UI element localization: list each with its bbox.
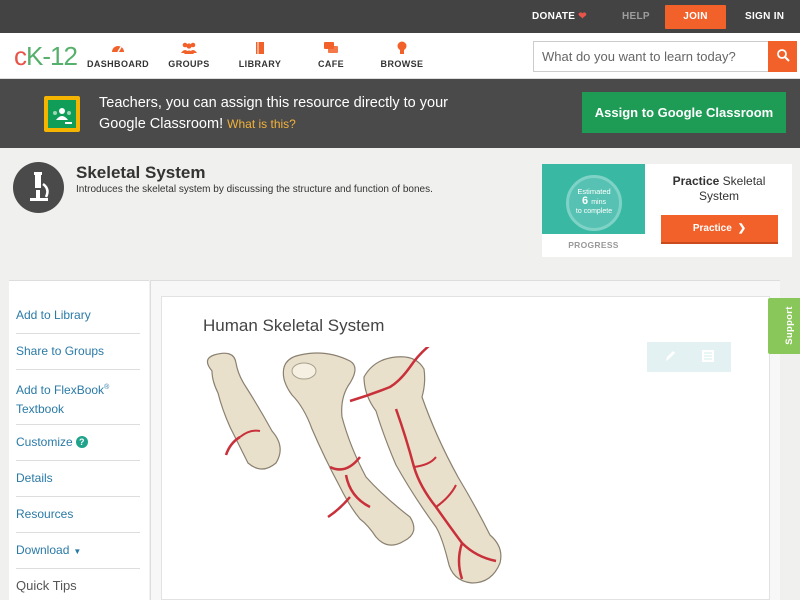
assign-google-classroom-button[interactable]: Assign to Google Classroom (582, 92, 786, 133)
logo-12: -12 (42, 41, 78, 71)
logo-k: K (26, 41, 43, 71)
femur-bone-icon (349, 347, 502, 584)
customize-link[interactable]: Customize? (16, 424, 140, 461)
help-circle-icon[interactable]: ? (75, 436, 88, 448)
donate-label: DONATE (532, 11, 576, 22)
caret-down-icon: ▼ (73, 547, 82, 556)
logo-c: c (14, 41, 27, 71)
nav-browse[interactable]: BROWSE (362, 41, 442, 69)
estimated-label: Estimated (577, 187, 611, 196)
nav-cafe[interactable]: CAFE (291, 41, 371, 69)
lesson-title: Skeletal System (76, 163, 206, 182)
top-utility-bar: DONATE ❤ HELP JOIN SIGN IN (0, 0, 800, 33)
support-label: Support (783, 306, 795, 345)
help-link[interactable]: HELP (622, 0, 650, 33)
share-to-groups-link[interactable]: Share to Groups (16, 333, 140, 370)
flexbook-label: Add to FlexBook (16, 383, 105, 397)
nav-dashboard[interactable]: DASHBOARD (78, 41, 158, 69)
practice-button-label: Practice (692, 223, 732, 234)
search-icon (776, 49, 790, 62)
image-title: Human Skeletal System (203, 316, 385, 335)
flexbook-label-line2: Textbook (16, 402, 65, 416)
microscope-subject-icon (13, 162, 64, 213)
google-classroom-icon (44, 96, 80, 132)
image-panel: Human Skeletal System (161, 296, 770, 600)
short-bone-icon (206, 352, 281, 470)
to-complete-label: to complete (575, 208, 613, 215)
lesson-description: Introduces the skeletal system by discus… (76, 184, 433, 195)
details-link[interactable]: Details (16, 460, 140, 497)
image-toolbar (647, 342, 731, 372)
minutes-number: 6 (582, 195, 589, 207)
nav-library[interactable]: LIBRARY (220, 41, 300, 69)
nav-groups[interactable]: GROUPS (149, 41, 229, 69)
registered-mark: ® (104, 384, 110, 391)
quick-tips-heading: Quick Tips (16, 578, 77, 593)
add-to-library-link[interactable]: Add to Library (16, 297, 140, 334)
skeletal-bones-illustration (206, 347, 502, 584)
customize-label: Customize (16, 435, 73, 449)
notes-icon[interactable] (700, 348, 716, 364)
practice-label-bold: Practice (672, 174, 720, 188)
search-button[interactable] (768, 41, 797, 72)
pencil-icon[interactable] (662, 348, 678, 364)
estimated-minutes: 6 mins (569, 196, 619, 208)
nav-groups-label: GROUPS (168, 59, 210, 69)
lesson-sidebar: Add to Library Share to Groups Add to Fl… (9, 280, 149, 600)
resources-link[interactable]: Resources (16, 496, 140, 533)
download-label: Download (16, 543, 70, 557)
banner-message: Teachers, you can assign this resource d… (99, 93, 479, 135)
browse-bulb-icon (397, 41, 407, 54)
practice-card: Estimated 6 mins to complete PROGRESS Pr… (542, 164, 792, 257)
google-classroom-banner: Teachers, you can assign this resource d… (0, 79, 800, 148)
ck12-logo[interactable]: cK-12 (14, 41, 78, 72)
progress-label: PROGRESS (568, 240, 619, 250)
join-button[interactable]: JOIN (665, 5, 726, 29)
search-input[interactable] (533, 41, 769, 72)
practice-button[interactable]: Practice ❯ (661, 215, 778, 244)
practice-label: Practice Skeletal System (652, 174, 786, 204)
add-to-flexbook-link[interactable]: Add to FlexBook® Textbook (16, 369, 140, 425)
sign-in-link[interactable]: SIGN IN (745, 0, 784, 33)
dashboard-gauge-icon (112, 46, 124, 53)
chevron-right-icon: ❯ (737, 223, 747, 234)
heart-icon: ❤ (578, 11, 587, 22)
groups-people-icon (181, 42, 197, 54)
library-book-icon (256, 42, 264, 54)
support-tab[interactable]: Support (768, 298, 800, 354)
download-link[interactable]: Download ▼ (16, 532, 140, 569)
nav-cafe-label: CAFE (317, 59, 345, 69)
donate-link[interactable]: DONATE ❤ (532, 0, 587, 33)
main-navigation: cK-12 DASHBOARD GROUPS LIBRARY CAFE BROW… (0, 33, 800, 79)
what-is-this-link[interactable]: What is this? (227, 117, 296, 131)
estimated-time-badge: Estimated 6 mins to complete (566, 175, 622, 231)
practice-thumbnail[interactable]: Estimated 6 mins to complete (542, 164, 645, 234)
nav-library-label: LIBRARY (238, 59, 282, 69)
nav-browse-label: BROWSE (380, 59, 424, 69)
nav-dashboard-label: DASHBOARD (86, 59, 150, 69)
minutes-unit: mins (591, 199, 606, 206)
cafe-chat-icon (324, 42, 338, 53)
